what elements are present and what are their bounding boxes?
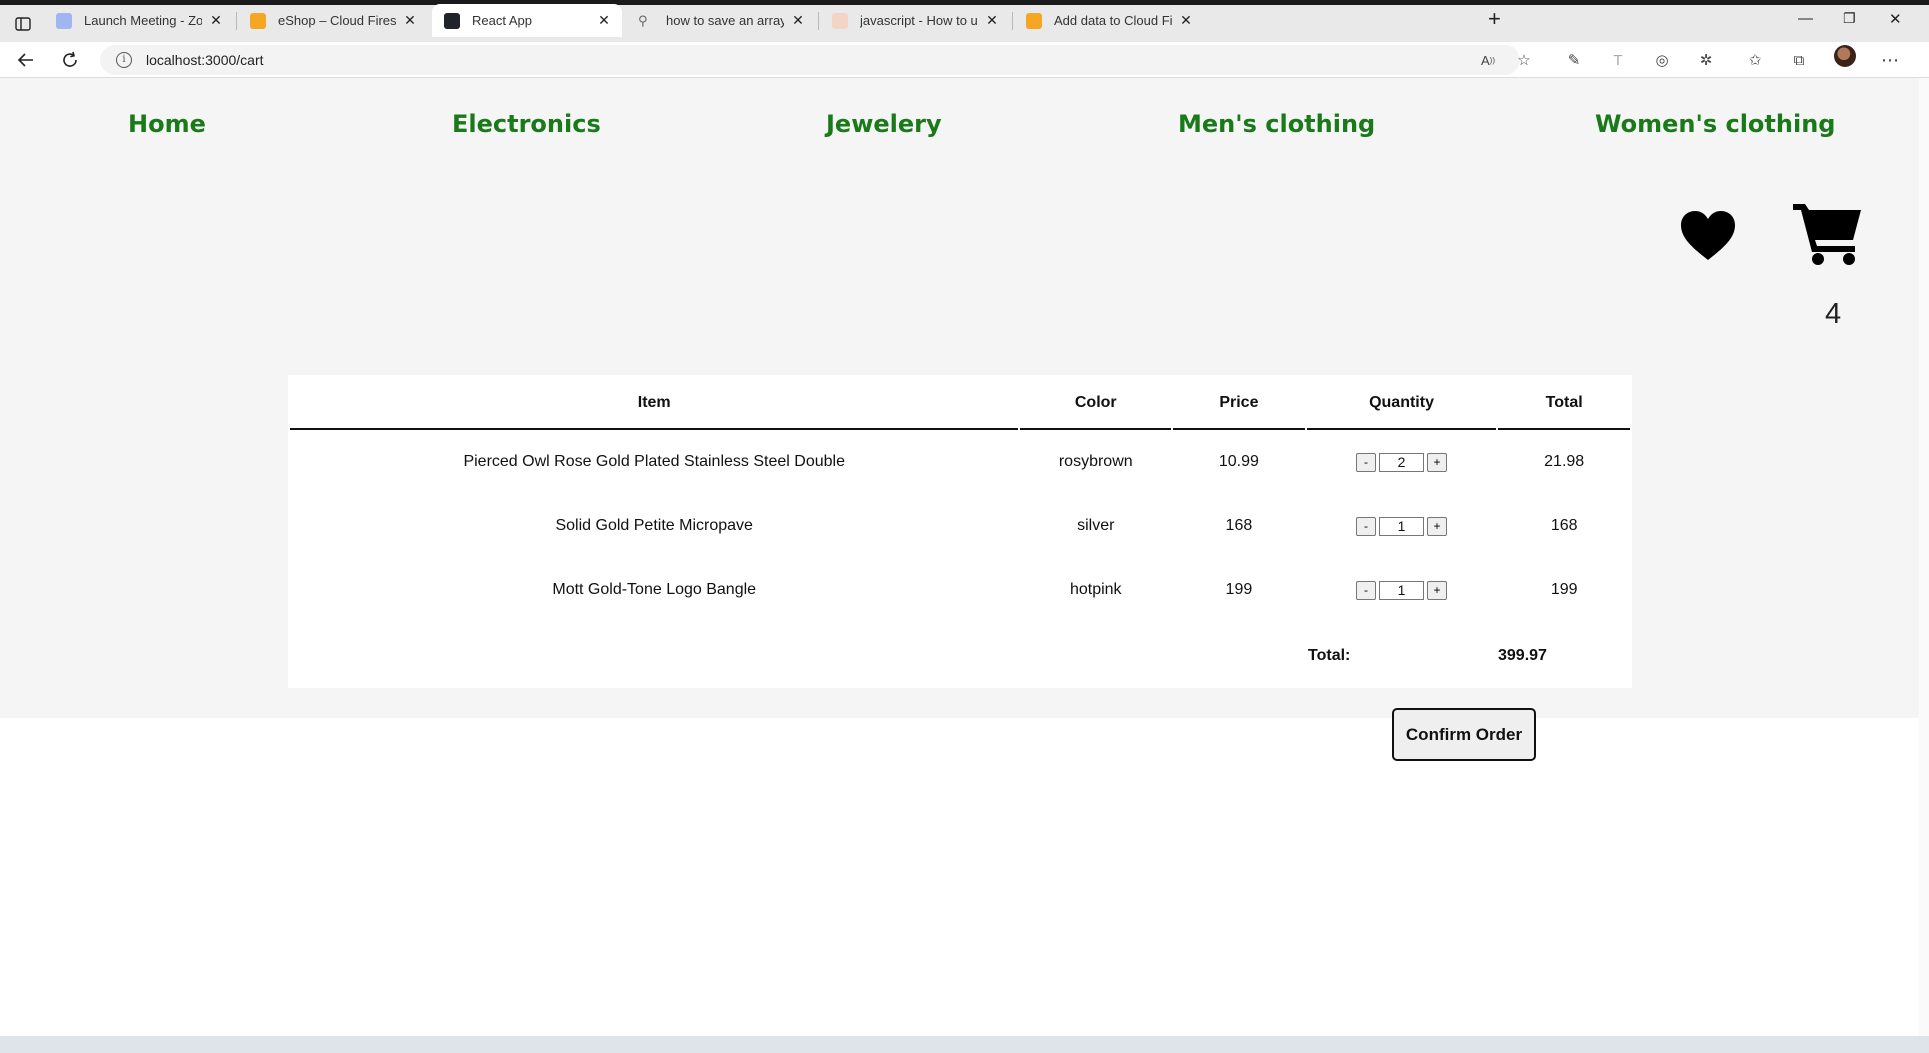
column-header-price: Price bbox=[1173, 378, 1305, 430]
item-total: 199 bbox=[1550, 581, 1578, 598]
tab-close-icon[interactable]: ✕ bbox=[402, 12, 418, 29]
column-header-item: Item bbox=[290, 378, 1019, 430]
item-price: 199 bbox=[1225, 581, 1253, 598]
order-total-label: Total: bbox=[1308, 647, 1351, 664]
item-price: 10.99 bbox=[1218, 453, 1259, 470]
decrease-quantity-button[interactable]: - bbox=[1356, 516, 1377, 536]
tab-actions-icon[interactable] bbox=[12, 14, 34, 34]
nav-electronics-link[interactable]: Electronics bbox=[452, 110, 601, 138]
increase-quantity-button[interactable]: + bbox=[1427, 452, 1448, 472]
item-price: 168 bbox=[1225, 517, 1253, 534]
decrease-quantity-button[interactable]: - bbox=[1356, 452, 1377, 472]
tab-title: javascript - How to update an "a bbox=[860, 13, 978, 28]
tab-close-icon[interactable]: ✕ bbox=[1178, 12, 1194, 29]
react-icon bbox=[444, 12, 460, 29]
cart-count: 4 bbox=[1825, 298, 1842, 330]
table-header-row: Item Color Price Quantity Total bbox=[290, 378, 1630, 430]
item-color: rosybrown bbox=[1058, 453, 1133, 470]
nav-womens-clothing-link[interactable]: Women's clothing bbox=[1595, 110, 1835, 138]
profile-avatar[interactable] bbox=[1834, 45, 1856, 67]
item-total: 168 bbox=[1550, 517, 1578, 534]
heart-icon[interactable] bbox=[1680, 210, 1736, 262]
tab-title: React App bbox=[472, 13, 532, 28]
quantity-stepper: -1 + bbox=[1356, 580, 1448, 600]
search-icon: ⚲ bbox=[638, 12, 648, 28]
tab-separator bbox=[1012, 12, 1013, 30]
zoom-icon bbox=[56, 12, 72, 29]
table-row: Pierced Owl Rose Gold Plated Stainless S… bbox=[290, 430, 1630, 494]
favorites-icon[interactable]: ✩ bbox=[1745, 50, 1765, 70]
url-text: localhost:3000/cart bbox=[146, 52, 264, 68]
read-aloud-icon[interactable]: A)) bbox=[1478, 50, 1498, 70]
item-total: 21.98 bbox=[1544, 453, 1585, 470]
item-quantity-cell: -1 + bbox=[1307, 558, 1497, 622]
more-menu-icon[interactable]: ⋯ bbox=[1880, 50, 1900, 70]
column-header-color: Color bbox=[1020, 378, 1172, 430]
collections-icon[interactable]: ⧉ bbox=[1789, 50, 1809, 70]
url-input[interactable]: i localhost:3000/cart bbox=[100, 45, 1520, 75]
browser-tab[interactable]: Add data to Cloud Firestore | F ✕ bbox=[1014, 4, 1204, 37]
confirm-order-button[interactable]: Confirm Order bbox=[1392, 708, 1536, 761]
page-footer-area bbox=[0, 718, 1919, 1036]
browser-tab[interactable]: Launch Meeting - Zoom ✕ bbox=[44, 4, 234, 37]
table-row: Solid Gold Petite Micropave silver 168-1 +1… bbox=[290, 494, 1630, 558]
item-name: Pierced Owl Rose Gold Plated Stainless S… bbox=[463, 453, 845, 470]
quantity-input[interactable]: 2 bbox=[1379, 452, 1425, 472]
tab-close-icon[interactable]: ✕ bbox=[790, 12, 806, 29]
nav-jewelery-link[interactable]: Jewelery bbox=[826, 110, 942, 138]
site-info-icon[interactable]: i bbox=[116, 52, 132, 68]
text-extension-icon[interactable]: T bbox=[1608, 50, 1628, 70]
item-name: Mott Gold-Tone Logo Bangle bbox=[552, 581, 757, 598]
nav-mens-clothing-link[interactable]: Men's clothing bbox=[1178, 110, 1375, 138]
tab-close-icon[interactable]: ✕ bbox=[596, 12, 612, 29]
minimize-icon[interactable]: — bbox=[1798, 10, 1813, 27]
browser-tab[interactable]: React App ✕ bbox=[432, 4, 622, 37]
browser-tab[interactable]: javascript - How to update an "a ✕ bbox=[820, 4, 1010, 37]
tab-separator bbox=[236, 12, 237, 30]
quantity-stepper: -2 + bbox=[1356, 452, 1448, 472]
tab-title: how to save an array of object in bbox=[666, 13, 784, 28]
close-window-icon[interactable]: ✕ bbox=[1889, 10, 1902, 28]
item-name: Solid Gold Petite Micropave bbox=[555, 517, 753, 534]
scrollbar[interactable] bbox=[1919, 78, 1929, 1036]
increase-quantity-button[interactable]: + bbox=[1427, 580, 1448, 600]
table-row: Mott Gold-Tone Logo Bangle hotpink 199-1 +1… bbox=[290, 558, 1630, 622]
favorite-add-icon[interactable]: ☆ bbox=[1514, 50, 1534, 70]
eyedropper-extension-icon[interactable]: ✎ bbox=[1564, 50, 1584, 70]
item-quantity-cell: -1 + bbox=[1307, 494, 1497, 558]
stackoverflow-icon bbox=[832, 12, 848, 29]
restore-icon[interactable]: ❐ bbox=[1843, 10, 1856, 27]
taskbar bbox=[0, 1036, 1929, 1053]
refresh-icon[interactable] bbox=[58, 48, 82, 72]
cart-icon[interactable] bbox=[1793, 200, 1863, 266]
tab-title: Launch Meeting - Zoom bbox=[84, 13, 202, 28]
order-total-value: 399.97 bbox=[1498, 647, 1547, 664]
extensions-puzzle-icon[interactable]: ✲ bbox=[1696, 50, 1716, 70]
tab-close-icon[interactable]: ✕ bbox=[984, 12, 1000, 29]
item-color: silver bbox=[1077, 517, 1115, 534]
browser-tab[interactable]: eShop – Cloud Firestore – Fireba ✕ bbox=[238, 4, 428, 37]
browser-tab[interactable]: ⚲ how to save an array of object in ✕ bbox=[626, 4, 816, 37]
tab-close-icon[interactable]: ✕ bbox=[208, 12, 224, 29]
increase-quantity-button[interactable]: + bbox=[1427, 516, 1448, 536]
firebase-icon bbox=[1026, 12, 1042, 29]
item-quantity-cell: -2 + bbox=[1307, 430, 1497, 494]
nav-home-link[interactable]: Home bbox=[128, 110, 206, 138]
tab-title: Add data to Cloud Firestore | F bbox=[1054, 13, 1172, 28]
cart-table: Item Color Price Quantity Total Pierced … bbox=[288, 378, 1632, 622]
quantity-stepper: -1 + bbox=[1356, 516, 1448, 536]
item-color: hotpink bbox=[1069, 581, 1122, 598]
quantity-input[interactable]: 1 bbox=[1379, 580, 1425, 600]
tab-separator bbox=[818, 12, 819, 30]
decrease-quantity-button[interactable]: - bbox=[1356, 580, 1377, 600]
back-icon[interactable] bbox=[14, 48, 38, 72]
column-header-total: Total bbox=[1498, 378, 1630, 430]
tab-title: eShop – Cloud Firestore – Fireba bbox=[278, 13, 396, 28]
column-header-quantity: Quantity bbox=[1306, 378, 1497, 430]
quantity-input[interactable]: 1 bbox=[1379, 516, 1425, 536]
new-tab-icon[interactable]: + bbox=[1488, 8, 1501, 30]
firebase-icon bbox=[250, 12, 266, 29]
extension-icon[interactable]: ◎ bbox=[1652, 50, 1672, 70]
address-bar-row: i localhost:3000/cart A)) ☆ ✎ T ◎ ✲ ✩ ⧉ … bbox=[0, 42, 1929, 78]
